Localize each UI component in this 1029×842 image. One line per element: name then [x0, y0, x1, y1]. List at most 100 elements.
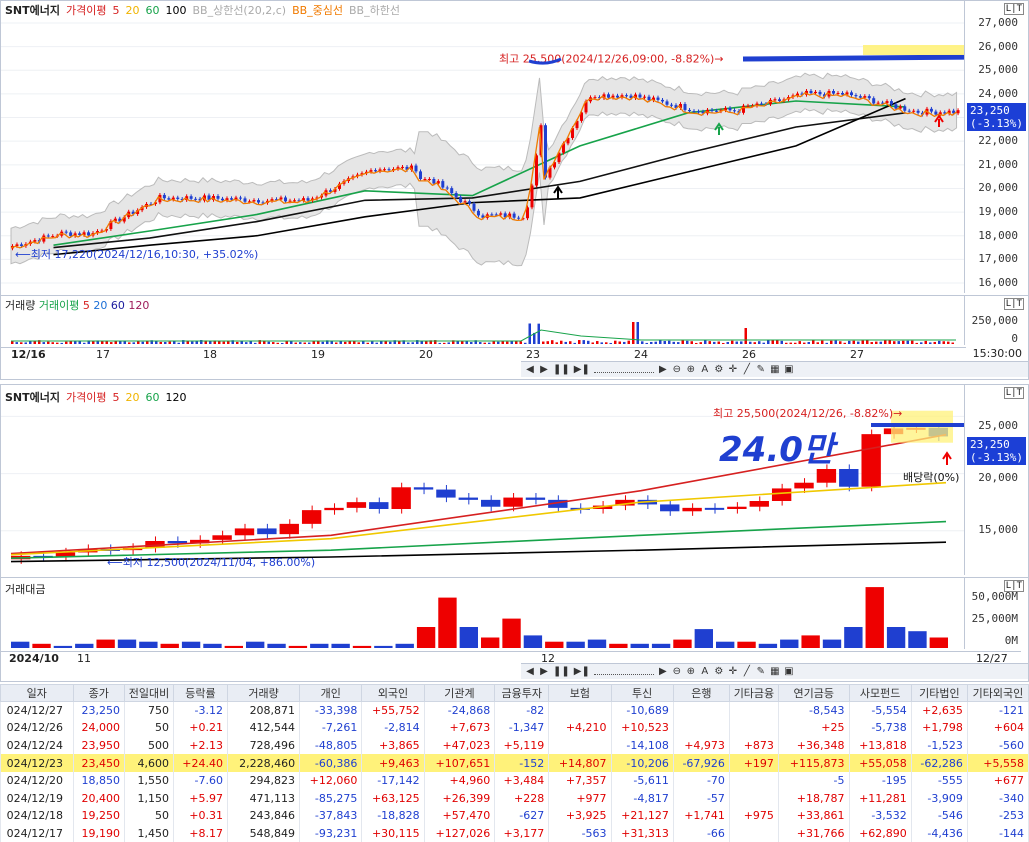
amount-bar: [331, 644, 349, 648]
table-cell: -3.12: [173, 702, 227, 720]
axis-lock-chip[interactable]: L|T: [1004, 3, 1024, 15]
next-icon[interactable]: ▶❚: [574, 666, 590, 677]
table-cell: [673, 719, 729, 737]
play-icon[interactable]: ▶: [539, 364, 549, 375]
crosshair-icon[interactable]: ✛: [728, 666, 738, 677]
pause-icon[interactable]: ❚❚: [553, 364, 570, 375]
scroll-right-icon[interactable]: ▶: [658, 666, 668, 677]
save-icon[interactable]: ▣: [784, 364, 794, 375]
column-header[interactable]: 보험: [549, 685, 611, 702]
volume-bar: [389, 342, 392, 344]
pause-icon[interactable]: ❚❚: [553, 666, 570, 677]
table-cell: 50: [124, 807, 173, 825]
column-header[interactable]: 등락률: [173, 685, 227, 702]
column-header[interactable]: 개인: [300, 685, 362, 702]
play-icon[interactable]: ▶: [539, 666, 549, 677]
zoom-in-icon[interactable]: ⊕: [686, 364, 696, 375]
trade-amount-chart[interactable]: [1, 577, 966, 649]
axis-lock-chip[interactable]: L|T: [1004, 387, 1024, 399]
column-header[interactable]: 투신: [611, 685, 673, 702]
daily-candle-body: [727, 507, 746, 509]
column-header[interactable]: 일자: [1, 685, 74, 702]
table-cell: -62,286: [911, 754, 967, 772]
candle-body: [401, 167, 404, 168]
volume-bar: [772, 340, 775, 344]
volume-bar: [20, 342, 23, 344]
table-row[interactable]: 024/12/1819,25050+0.31243,846-37,843-18,…: [1, 807, 1029, 825]
next-icon[interactable]: ▶❚: [574, 364, 590, 375]
column-header[interactable]: 전일대비: [124, 685, 173, 702]
table-row[interactable]: 024/12/2323,4504,600+24.402,228,460-60,3…: [1, 754, 1029, 772]
settings-icon[interactable]: ⚙: [714, 666, 724, 677]
volume-bar: [686, 341, 689, 344]
candle-body: [51, 236, 54, 237]
candle-body: [244, 198, 247, 201]
amount-tick: 25,000M: [972, 612, 1018, 625]
column-header[interactable]: 거래량: [228, 685, 300, 702]
table-cell: +7,357: [549, 772, 611, 790]
table-row[interactable]: 024/12/1920,4001,150+5.97471,113-85,275+…: [1, 789, 1029, 807]
table-row[interactable]: 024/12/2423,950500+2.13728,496-48,805+3,…: [1, 737, 1029, 755]
candle-body: [688, 110, 691, 111]
table-cell: +197: [729, 754, 778, 772]
line-tool-icon[interactable]: ╱: [742, 666, 752, 677]
candle-body: [221, 199, 224, 201]
current-change: (-3.13%): [970, 117, 1023, 130]
column-header[interactable]: 사모펀드: [849, 685, 911, 702]
table-cell: +4,973: [673, 737, 729, 755]
column-header[interactable]: 기관계: [424, 685, 495, 702]
volume-bar: [538, 324, 541, 344]
candle-body: [742, 106, 745, 113]
volume-bar: [938, 341, 941, 344]
amount-bar: [652, 644, 670, 648]
grid-icon[interactable]: ▦: [770, 666, 780, 677]
intraday-price-chart[interactable]: 최고 25,500(2024/12/26,09:00, -8.82%)→⟵최저 …: [1, 1, 966, 293]
zoom-out-icon[interactable]: ⊖: [672, 666, 682, 677]
column-header[interactable]: 금융투자: [495, 685, 549, 702]
column-header[interactable]: 기타금융: [729, 685, 778, 702]
zoom-out-icon[interactable]: ⊖: [672, 364, 682, 375]
amount-bar: [609, 644, 627, 648]
column-header[interactable]: 연기금등: [778, 685, 849, 702]
table-row[interactable]: 024/12/2624,00050+0.21412,544-7,261-2,81…: [1, 719, 1029, 737]
text-tool-icon[interactable]: A: [700, 364, 710, 375]
table-row[interactable]: 024/12/2723,250750-3.12208,871-33,398+55…: [1, 702, 1029, 720]
table-cell: [549, 737, 611, 755]
crosshair-icon[interactable]: ✛: [728, 364, 738, 375]
daily-candle-body: [302, 510, 321, 524]
price-tick: 18,000: [978, 229, 1018, 242]
column-header[interactable]: 기타법인: [911, 685, 967, 702]
daily-candle-body: [750, 501, 769, 507]
daily-price-chart[interactable]: 최고 25,500(2024/12/26, -8.82%)→⟵최저 12,500…: [1, 385, 966, 575]
scroll-left-icon[interactable]: ◀: [525, 364, 535, 375]
settings-icon[interactable]: ⚙: [714, 364, 724, 375]
volume-bar: [160, 342, 163, 344]
price-tick: 21,000: [978, 158, 1018, 171]
grid-icon[interactable]: ▦: [770, 364, 780, 375]
volume-bar: [691, 341, 694, 344]
column-header[interactable]: 종가: [73, 685, 124, 702]
volume-lock-chip[interactable]: L|T: [1004, 298, 1024, 310]
zoom-in-icon[interactable]: ⊕: [686, 666, 696, 677]
column-header[interactable]: 기타외국인: [967, 685, 1028, 702]
table-cell: 024/12/26: [1, 719, 74, 737]
table-row[interactable]: 024/12/2018,8501,550-7.60294,823+12,060-…: [1, 772, 1029, 790]
column-header[interactable]: 은행: [673, 685, 729, 702]
draw-tool-icon[interactable]: ✎: [756, 364, 766, 375]
save-icon[interactable]: ▣: [784, 666, 794, 677]
date-tick: 11: [77, 652, 91, 665]
zoom-slider[interactable]: [594, 367, 654, 373]
column-header[interactable]: 외국인: [362, 685, 424, 702]
volume-bar: [853, 341, 856, 344]
daily-candle-body: [682, 508, 701, 511]
table-row[interactable]: 024/12/1719,1901,450+8.17548,849-93,231+…: [1, 825, 1029, 842]
scroll-right-icon[interactable]: ▶: [658, 364, 668, 375]
zoom-slider[interactable]: [594, 669, 654, 675]
volume-chart[interactable]: [1, 295, 966, 345]
text-tool-icon[interactable]: A: [700, 666, 710, 677]
amount-bar: [801, 635, 819, 648]
scroll-left-icon[interactable]: ◀: [525, 666, 535, 677]
table-cell: -560: [967, 737, 1028, 755]
line-tool-icon[interactable]: ╱: [742, 364, 752, 375]
draw-tool-icon[interactable]: ✎: [756, 666, 766, 677]
